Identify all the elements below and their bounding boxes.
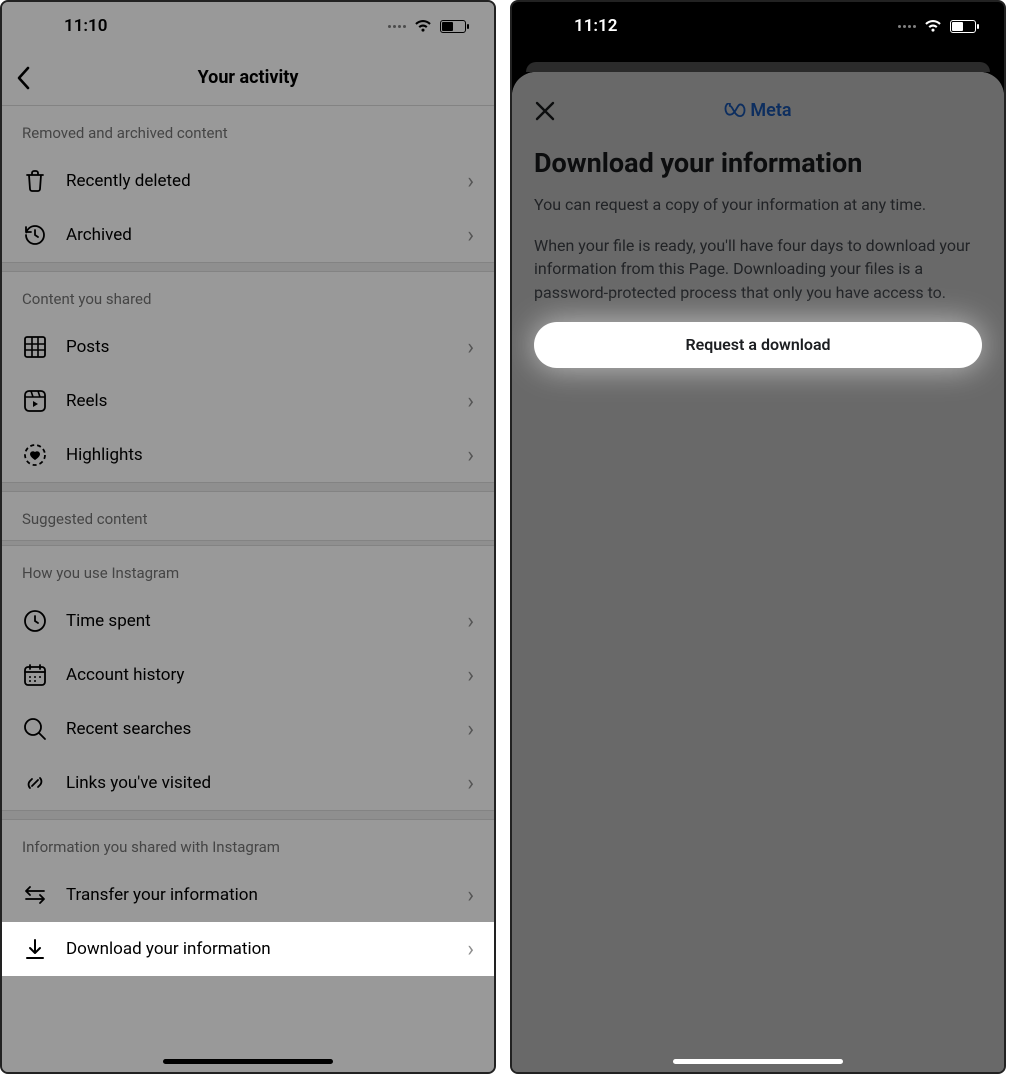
section-divider — [2, 810, 494, 820]
row-label: Reels — [66, 391, 449, 411]
home-indicator[interactable] — [673, 1059, 843, 1064]
chevron-left-icon — [16, 66, 30, 90]
chevron-right-icon: › — [467, 771, 474, 796]
section-suggested-header: Suggested content — [2, 492, 494, 540]
row-label: Archived — [66, 225, 449, 245]
row-recent-searches[interactable]: Recent searches › — [2, 702, 494, 756]
trash-icon — [22, 168, 48, 194]
cellular-dots-icon — [388, 25, 406, 28]
sheet-paragraph-2: When your file is ready, you'll have fou… — [534, 234, 982, 304]
chevron-right-icon: › — [467, 883, 474, 908]
calendar-icon — [22, 662, 48, 688]
row-label: Transfer your information — [66, 885, 449, 905]
meta-infinity-icon — [724, 103, 746, 119]
close-button[interactable] — [534, 100, 556, 122]
chevron-right-icon: › — [467, 223, 474, 248]
chevron-right-icon: › — [467, 169, 474, 194]
row-highlights[interactable]: Highlights › — [2, 428, 494, 482]
sheet-title: Download your information — [534, 147, 982, 179]
status-right — [388, 19, 466, 33]
cellular-dots-icon — [898, 25, 916, 28]
sheet-background-peek — [526, 62, 990, 72]
download-icon — [22, 936, 48, 962]
wifi-icon — [924, 19, 942, 33]
row-label: Highlights — [66, 445, 449, 465]
page-title: Your activity — [198, 67, 299, 88]
row-links-visited[interactable]: Links you've visited › — [2, 756, 494, 810]
row-label: Recent searches — [66, 719, 449, 739]
row-label: Recently deleted — [66, 171, 449, 191]
section-info-shared-header: Information you shared with Instagram — [2, 820, 494, 868]
chevron-right-icon: › — [467, 443, 474, 468]
row-download-info[interactable]: Download your information › — [2, 922, 494, 976]
chevron-right-icon: › — [467, 663, 474, 688]
nav-header: Your activity — [2, 50, 494, 106]
row-transfer-info[interactable]: Transfer your information › — [2, 868, 494, 922]
chevron-right-icon: › — [467, 389, 474, 414]
grid-icon — [22, 334, 48, 360]
search-icon — [22, 716, 48, 742]
status-time: 11:10 — [64, 16, 107, 36]
status-right — [898, 19, 976, 33]
row-label: Account history — [66, 665, 449, 685]
clock-icon — [22, 608, 48, 634]
wifi-icon — [414, 19, 432, 33]
chevron-right-icon: › — [467, 937, 474, 962]
status-bar: 11:12 — [512, 2, 1004, 50]
row-label: Time spent — [66, 611, 449, 631]
row-label: Download your information — [66, 939, 449, 959]
back-button[interactable] — [16, 66, 30, 90]
chevron-right-icon: › — [467, 609, 474, 634]
section-how-use-header: How you use Instagram — [2, 546, 494, 594]
request-download-button[interactable]: Request a download — [534, 322, 982, 368]
row-account-history[interactable]: Account history › — [2, 648, 494, 702]
download-sheet: Meta Download your information You can r… — [512, 72, 1004, 1072]
history-icon — [22, 222, 48, 248]
meta-logo: Meta — [724, 100, 791, 121]
section-removed-header: Removed and archived content — [2, 106, 494, 154]
meta-logo-text: Meta — [750, 100, 791, 121]
row-reels[interactable]: Reels › — [2, 374, 494, 428]
battery-icon — [440, 20, 466, 33]
close-icon — [534, 100, 556, 122]
row-time-spent[interactable]: Time spent › — [2, 594, 494, 648]
screenshot-download-info: 11:12 Meta Download your information You… — [510, 0, 1006, 1074]
section-divider — [2, 482, 494, 492]
chevron-right-icon: › — [467, 335, 474, 360]
row-archived[interactable]: Archived › — [2, 208, 494, 262]
sheet-header: Meta — [534, 100, 982, 121]
button-label: Request a download — [685, 335, 830, 354]
sheet-paragraph-1: You can request a copy of your informati… — [534, 193, 982, 216]
status-time: 11:12 — [574, 16, 617, 36]
reels-icon — [22, 388, 48, 414]
row-label: Posts — [66, 337, 449, 357]
transfer-icon — [22, 882, 48, 908]
battery-icon — [950, 20, 976, 33]
home-indicator[interactable] — [163, 1059, 333, 1064]
section-content-shared-header: Content you shared — [2, 272, 494, 320]
screenshot-your-activity: 11:10 Your activity Removed and archived… — [0, 0, 496, 1074]
section-divider — [2, 262, 494, 272]
chevron-right-icon: › — [467, 717, 474, 742]
row-posts[interactable]: Posts › — [2, 320, 494, 374]
link-icon — [22, 770, 48, 796]
status-bar: 11:10 — [2, 2, 494, 50]
highlights-icon — [22, 442, 48, 468]
row-recently-deleted[interactable]: Recently deleted › — [2, 154, 494, 208]
row-label: Links you've visited — [66, 773, 449, 793]
